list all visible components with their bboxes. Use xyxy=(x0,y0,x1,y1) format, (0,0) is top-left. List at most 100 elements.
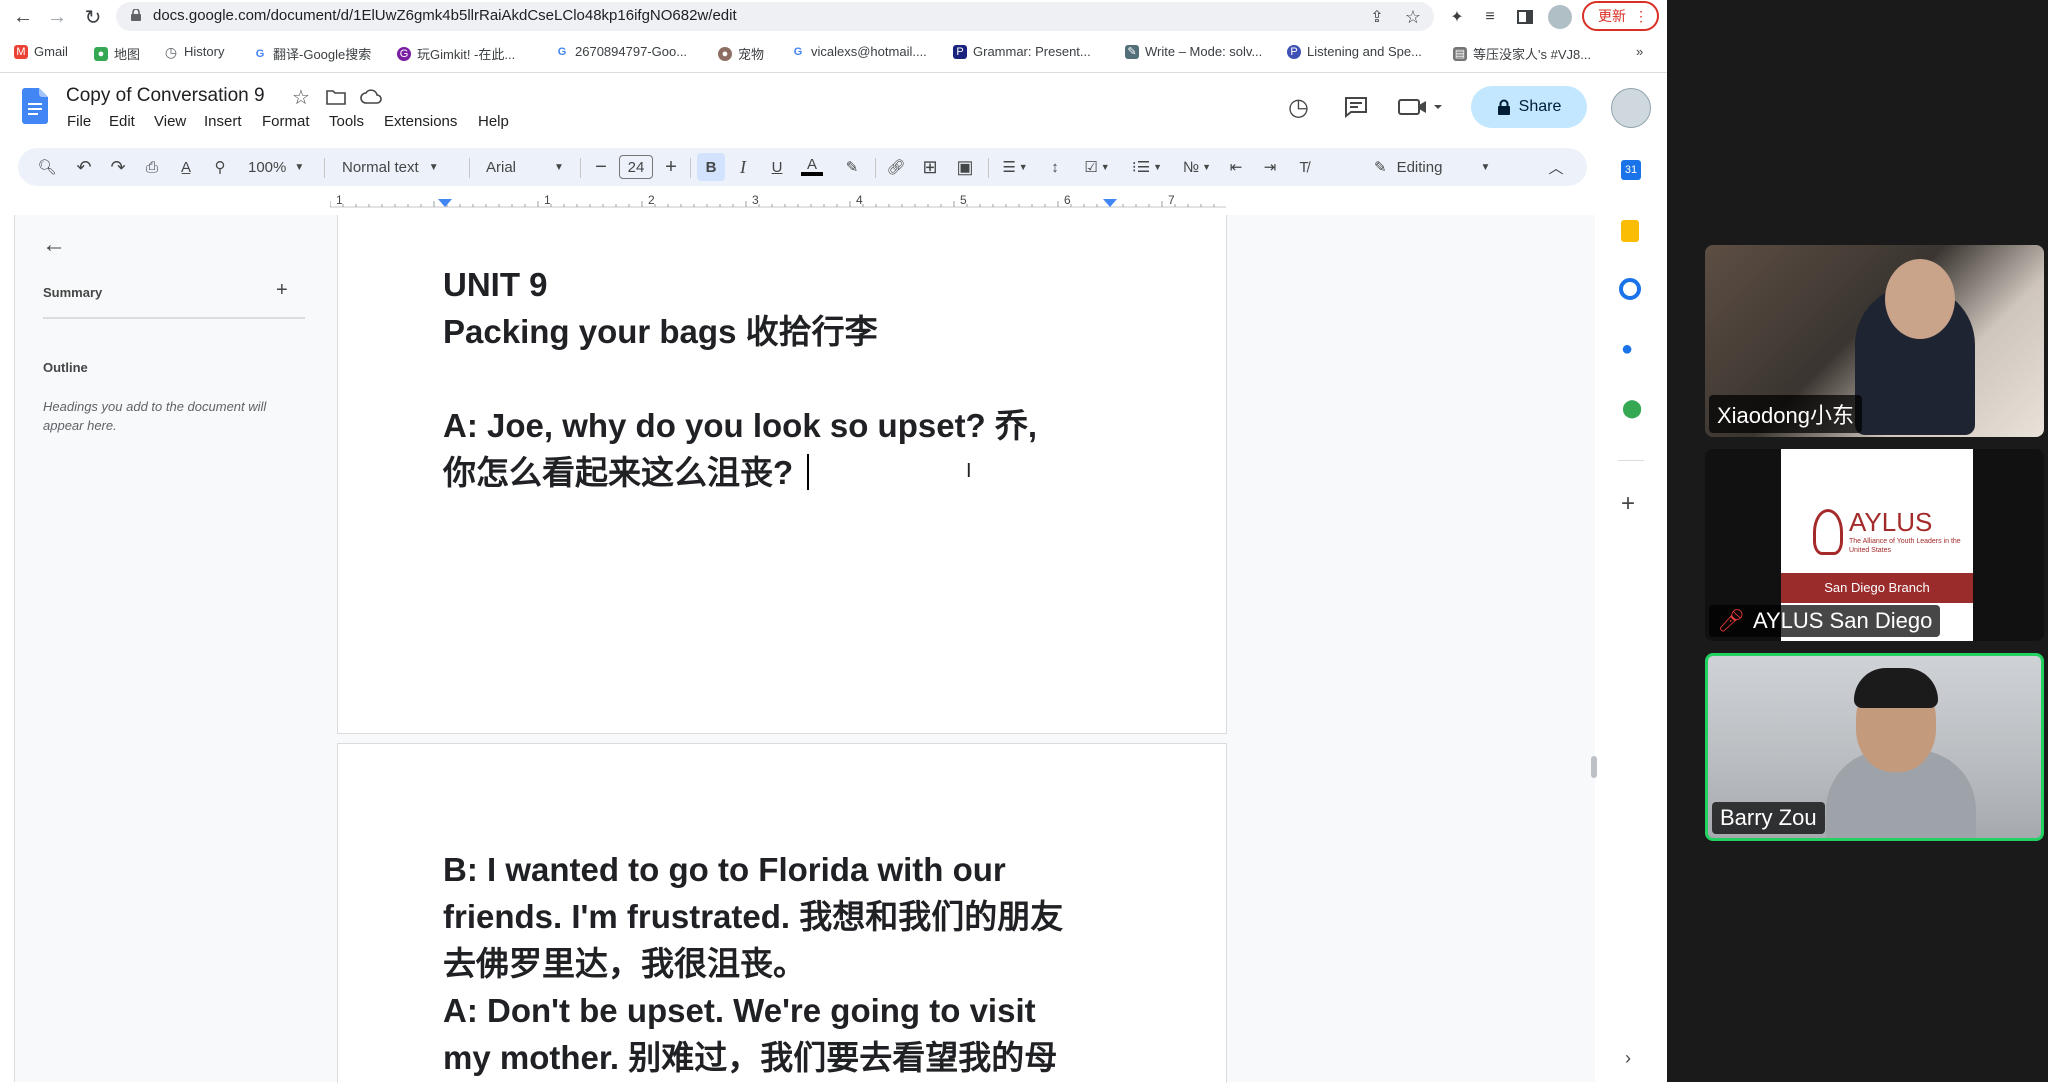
bookmark-vj8[interactable]: ▤ 等压没家人's #VJ8... xyxy=(1453,44,1591,63)
highlight-color-icon[interactable]: ✎ xyxy=(840,155,864,179)
bookmark-hotmail[interactable]: Gvicalexs@hotmail.... xyxy=(791,44,927,59)
reading-list-icon[interactable]: ≡ xyxy=(1477,4,1503,30)
clear-formatting-icon[interactable]: T̸ xyxy=(1292,155,1316,179)
text-cursor xyxy=(807,454,810,490)
keep-icon[interactable] xyxy=(1621,220,1639,242)
increase-font-size-button[interactable]: + xyxy=(661,155,681,179)
side-panel-icon[interactable] xyxy=(1512,4,1538,30)
share-page-icon[interactable]: ⇪ xyxy=(1364,4,1390,30)
google-docs-logo-icon[interactable] xyxy=(22,88,48,124)
doc-line[interactable]: 去佛罗里达，我很沮丧。 xyxy=(443,940,806,987)
bookmark-pets[interactable]: ● 宠物 xyxy=(718,44,764,63)
get-addons-plus-icon[interactable]: + xyxy=(1621,490,1635,518)
search-menus-icon[interactable]: 🔍︎ xyxy=(35,155,59,179)
show-side-panel-chevron-icon[interactable]: › xyxy=(1625,1048,1631,1069)
bookmark-gimkit[interactable]: G 玩Gimkit! -在此... xyxy=(397,44,515,63)
doc-line[interactable]: A: Don't be upset. We're going to visit xyxy=(443,987,1036,1034)
line-spacing-icon[interactable]: ↕ xyxy=(1043,155,1067,179)
meet-video-icon[interactable] xyxy=(1398,97,1442,117)
zoom-select[interactable]: 100% ▼ xyxy=(248,155,310,179)
more-label: » xyxy=(1636,44,1644,59)
version-history-icon[interactable]: ◷ xyxy=(1288,93,1309,122)
participant-tile-barry[interactable]: Barry Zou xyxy=(1705,653,2044,841)
account-avatar[interactable] xyxy=(1611,88,1651,128)
doc-line-unit-title[interactable]: UNIT 9 xyxy=(443,261,548,308)
undo-icon[interactable]: ↶ xyxy=(72,155,96,179)
paint-format-icon[interactable]: ⚲ xyxy=(208,155,232,179)
bookmark-google-doc[interactable]: G 2670894797-Goo... xyxy=(555,44,687,59)
doc-line[interactable]: my mother. 别难过，我们要去看望我的母 xyxy=(443,1034,1057,1081)
profile-avatar[interactable] xyxy=(1548,5,1572,29)
url-text[interactable]: docs.google.com/document/d/1ElUwZ6gmk4b5… xyxy=(153,7,737,24)
menu-format[interactable]: Format xyxy=(262,113,310,130)
decrease-indent-icon[interactable]: ⇤ xyxy=(1224,155,1248,179)
tasks-icon[interactable] xyxy=(1619,278,1641,300)
maps-icon[interactable]: ⬤ xyxy=(1622,398,1642,419)
numbered-list-icon[interactable]: № ▼ xyxy=(1177,155,1217,179)
editing-mode-select[interactable]: ✎ Editing ▼ xyxy=(1374,155,1514,179)
bookmark-listening[interactable]: P Listening and Spe... xyxy=(1287,44,1422,59)
document-page[interactable]: B: I wanted to go to Florida with our fr… xyxy=(337,743,1227,1083)
bookmark-star-icon[interactable]: ☆ xyxy=(1400,4,1426,30)
contacts-icon[interactable]: ● xyxy=(1621,338,1633,361)
bookmark-gmail[interactable]: M Gmail xyxy=(14,44,68,59)
bulleted-list-icon[interactable]: ⁝☰ ▼ xyxy=(1127,155,1167,179)
doc-line[interactable]: 你怎么看起来这么沮丧? xyxy=(443,449,810,496)
close-outline-back-icon[interactable]: ← xyxy=(42,231,66,259)
align-select-icon[interactable]: ☰ ▼ xyxy=(997,155,1033,179)
back-arrow-icon[interactable]: ← xyxy=(10,4,36,30)
add-comment-icon[interactable]: ⊞ xyxy=(918,155,942,179)
share-button[interactable]: Share xyxy=(1471,86,1587,128)
bold-button[interactable]: B xyxy=(697,153,725,181)
calendar-icon[interactable]: 31 xyxy=(1621,160,1641,180)
participant-tile-xiaodong[interactable]: Xiaodong小东 xyxy=(1705,245,2044,437)
menu-file[interactable]: File xyxy=(67,113,91,130)
cloud-status-icon[interactable] xyxy=(360,89,382,105)
doc-line-subtitle[interactable]: Packing your bags 收拾行李 xyxy=(443,308,878,355)
spellcheck-icon[interactable]: A̲ xyxy=(174,155,198,179)
menu-view[interactable]: View xyxy=(154,113,186,130)
extensions-icon[interactable]: ✦ xyxy=(1444,4,1470,30)
i-beam-cursor-icon: I xyxy=(966,460,972,482)
document-title[interactable]: Copy of Conversation 9 xyxy=(66,85,265,107)
decrease-font-size-button[interactable]: − xyxy=(591,155,611,179)
move-folder-icon[interactable] xyxy=(326,89,346,105)
menu-tools[interactable]: Tools xyxy=(329,113,364,130)
font-select[interactable]: Arial ▼ xyxy=(486,155,568,179)
italic-button[interactable]: I xyxy=(731,155,755,179)
checklist-icon[interactable]: ☑ ▼ xyxy=(1077,155,1117,179)
bookmark-write[interactable]: ✎ Write – Mode: solv... xyxy=(1125,44,1262,59)
menu-extensions[interactable]: Extensions xyxy=(384,113,457,130)
comments-icon[interactable] xyxy=(1344,96,1368,118)
menu-insert[interactable]: Insert xyxy=(204,113,242,130)
bookmark-history[interactable]: ◷ History xyxy=(164,44,225,59)
reload-icon[interactable]: ↻ xyxy=(80,4,106,30)
forward-arrow-icon[interactable]: → xyxy=(44,4,70,30)
document-page[interactable]: UNIT 9 Packing your bags 收拾行李 A: Joe, wh… xyxy=(337,215,1227,734)
print-icon[interactable]: ⎙ xyxy=(140,155,164,179)
bookmark-grammar[interactable]: P Grammar: Present... xyxy=(953,44,1091,59)
underline-button[interactable]: U xyxy=(765,155,789,179)
menu-edit[interactable]: Edit xyxy=(109,113,135,130)
font-size-input[interactable]: 24 xyxy=(619,155,653,179)
bookmarks-more-button[interactable]: » xyxy=(1636,44,1643,59)
insert-link-icon[interactable]: 🔗︎ xyxy=(884,155,908,179)
increase-indent-icon[interactable]: ⇥ xyxy=(1258,155,1282,179)
doc-line[interactable]: B: I wanted to go to Florida with our xyxy=(443,846,1006,893)
insert-image-icon[interactable]: ▣ xyxy=(953,155,977,179)
bookmark-maps[interactable]: ● 地图 xyxy=(94,44,140,63)
text-color-button[interactable]: A xyxy=(800,155,824,179)
doc-line[interactable]: A: Joe, why do you look so upset? 乔, xyxy=(443,402,1037,449)
bookmark-translate[interactable]: G 翻译-Google搜索 xyxy=(253,44,372,63)
update-button[interactable]: 更新 ⋮ xyxy=(1582,1,1659,31)
participant-name: AYLUS San Diego xyxy=(1752,608,1933,633)
style-select[interactable]: Normal text ▼ xyxy=(342,155,454,179)
style-value: Normal text xyxy=(342,158,419,176)
doc-line[interactable]: friends. I'm frustrated. 我想和我们的朋友 xyxy=(443,893,1063,940)
redo-icon[interactable]: ↷ xyxy=(106,155,130,179)
participant-tile-aylus[interactable]: AYLUS The Alliance of Youth Leaders in t… xyxy=(1705,449,2044,641)
hide-menus-chevron-icon[interactable]: ︿ xyxy=(1544,155,1568,179)
star-icon[interactable]: ☆ xyxy=(292,85,310,110)
menu-help[interactable]: Help xyxy=(478,113,509,130)
add-summary-button[interactable]: + xyxy=(276,279,288,302)
